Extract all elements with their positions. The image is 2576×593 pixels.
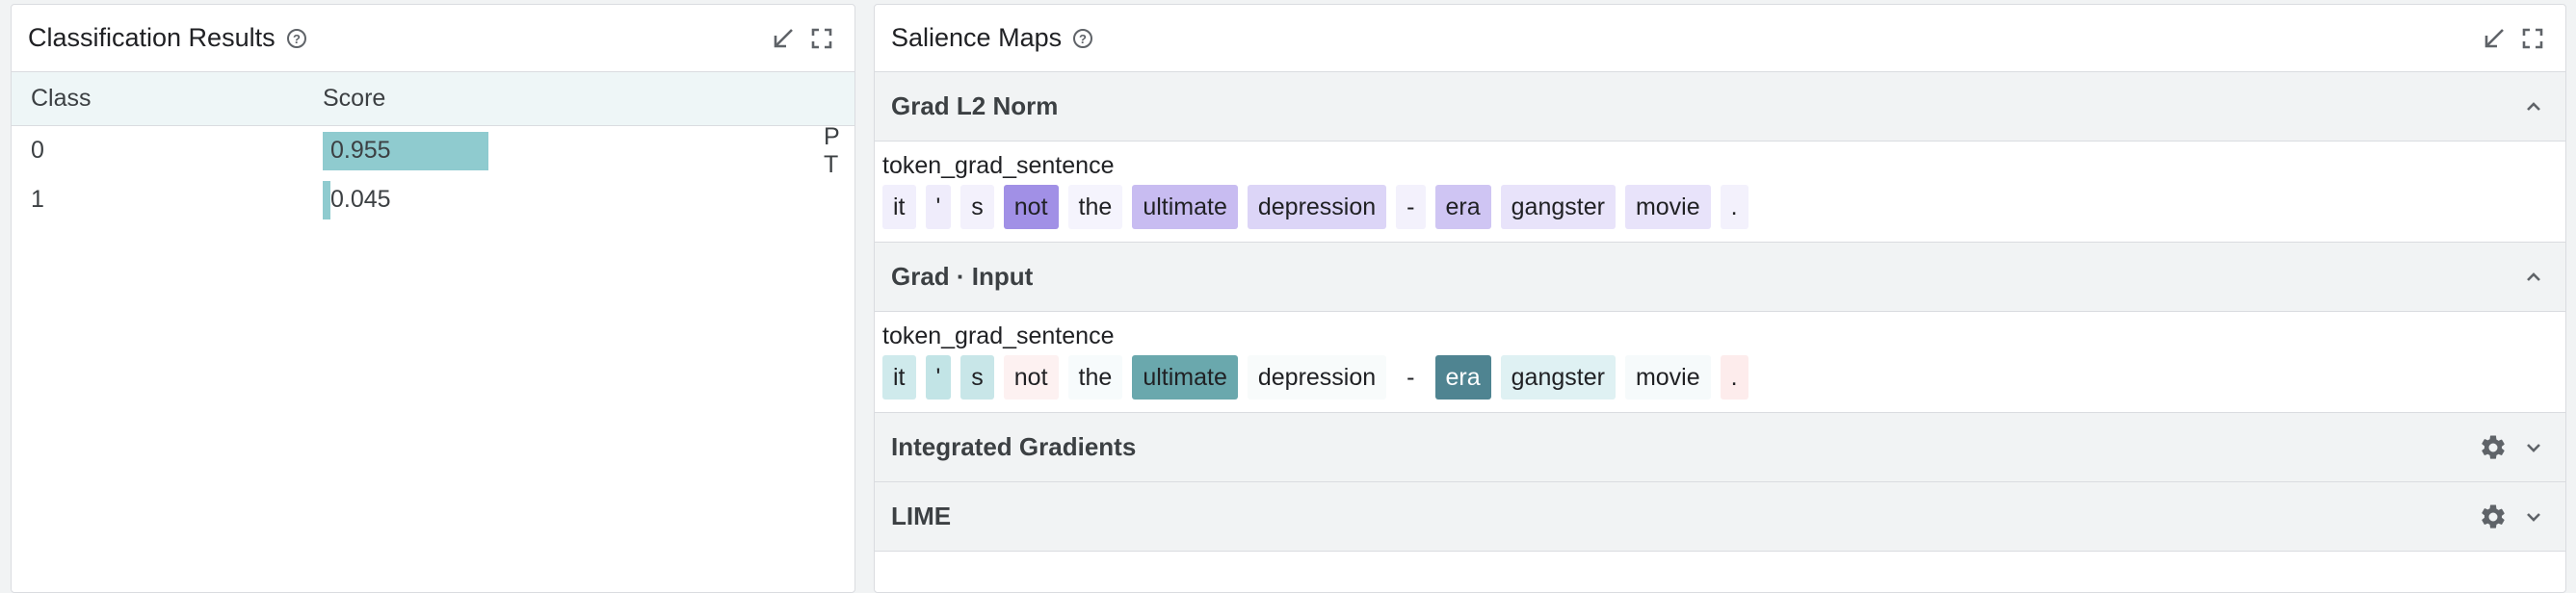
token-chip[interactable]: gangster [1500, 355, 1616, 400]
chevron-up-icon[interactable] [2521, 94, 2546, 119]
chevron-down-icon[interactable] [2521, 435, 2546, 460]
fullscreen-icon[interactable] [808, 25, 835, 52]
section-title: Integrated Gradients [891, 432, 1137, 461]
token-chip[interactable]: . [1720, 185, 1748, 229]
token-chip[interactable]: gangster [1500, 185, 1616, 229]
classification-results-panel: Classification Results ? Class Score 0 0.… [11, 4, 855, 593]
section-header-integrated-gradients[interactable]: Integrated Gradients [875, 413, 2565, 482]
token-chip[interactable]: ' [925, 355, 952, 400]
table-row[interactable]: 1 0.045 [12, 175, 854, 224]
token-chip[interactable]: - [1396, 355, 1426, 400]
class-cell: 0 [31, 137, 44, 164]
token-chip[interactable]: it [882, 355, 916, 400]
field-name: token_grad_sentence [882, 322, 1115, 349]
token-chip[interactable]: depression [1247, 355, 1387, 400]
token-chip[interactable]: . [1720, 355, 1748, 400]
token-chip[interactable]: - [1396, 185, 1426, 229]
token-chip[interactable]: ultimate [1132, 185, 1238, 229]
token-chip[interactable]: s [960, 185, 994, 229]
salience-maps-panel: Salience Maps ? Grad L2 Norm token_grad_s… [874, 4, 2566, 593]
token-list: it ' s not the ultimate depression - era gangster… [882, 352, 2558, 402]
section-title: Grad L2 Norm [891, 91, 1059, 120]
score-value: 0.955 [330, 137, 391, 164]
token-chip[interactable]: it [882, 185, 916, 229]
token-chip[interactable]: movie [1624, 355, 1711, 400]
score-cell: 0.955 P T [323, 123, 854, 178]
panel-header: Classification Results ? [12, 5, 854, 72]
column-header-score[interactable]: Score [323, 85, 854, 113]
score-cell: 0.045 [323, 180, 854, 219]
chevron-down-icon[interactable] [2521, 504, 2546, 529]
section-title: Grad · Input [891, 262, 1034, 291]
salience-sections: Grad L2 Norm token_grad_sentence it ' s not th… [875, 72, 2565, 552]
panel-header: Salience Maps ? [875, 5, 2565, 72]
section-header-grad-l2-norm[interactable]: Grad L2 Norm [875, 72, 2565, 142]
svg-text:?: ? [1079, 32, 1087, 46]
section-body-grad-l2-norm: token_grad_sentence it ' s not the ultimate dep… [875, 142, 2565, 243]
minimize-icon[interactable] [770, 25, 797, 52]
token-chip[interactable]: s [960, 355, 994, 400]
section-header-lime[interactable]: LIME [875, 482, 2565, 552]
score-value: 0.045 [330, 186, 391, 213]
section-header-grad-input[interactable]: Grad · Input [875, 243, 2565, 312]
token-chip[interactable]: movie [1624, 185, 1711, 229]
field-name: token_grad_sentence [882, 152, 1115, 179]
fullscreen-icon[interactable] [2519, 25, 2546, 52]
table-body: 0 0.955 P T 1 0.045 [12, 123, 854, 224]
table-row[interactable]: 0 0.955 P T [12, 123, 854, 178]
help-icon[interactable]: ? [1071, 27, 1094, 50]
table-header: Class Score [12, 72, 854, 126]
token-chip[interactable]: not [1003, 355, 1059, 400]
chevron-up-icon[interactable] [2521, 265, 2546, 290]
prediction-target-marks: P T [824, 122, 850, 178]
help-icon[interactable]: ? [285, 27, 308, 50]
token-chip[interactable]: not [1003, 185, 1059, 229]
column-header-class[interactable]: Class [12, 85, 323, 113]
token-chip[interactable]: the [1067, 185, 1123, 229]
token-chip[interactable]: ' [925, 185, 952, 229]
minimize-icon[interactable] [2481, 25, 2508, 52]
section-body-grad-input: token_grad_sentence it ' s not the ultimate dep… [875, 312, 2565, 413]
token-chip[interactable]: ultimate [1132, 355, 1238, 400]
svg-text:?: ? [293, 32, 301, 46]
section-title: LIME [891, 502, 952, 530]
token-chip[interactable]: era [1434, 355, 1491, 400]
panel-title: Salience Maps [891, 23, 1063, 52]
gear-icon[interactable] [2479, 433, 2508, 462]
token-chip[interactable]: era [1434, 185, 1491, 229]
gear-icon[interactable] [2479, 503, 2508, 531]
token-chip[interactable]: depression [1247, 185, 1387, 229]
token-list: it ' s not the ultimate depression - era gangster… [882, 182, 2558, 232]
token-chip[interactable]: the [1067, 355, 1123, 400]
panel-title: Classification Results [28, 23, 276, 52]
class-cell: 1 [31, 186, 44, 213]
